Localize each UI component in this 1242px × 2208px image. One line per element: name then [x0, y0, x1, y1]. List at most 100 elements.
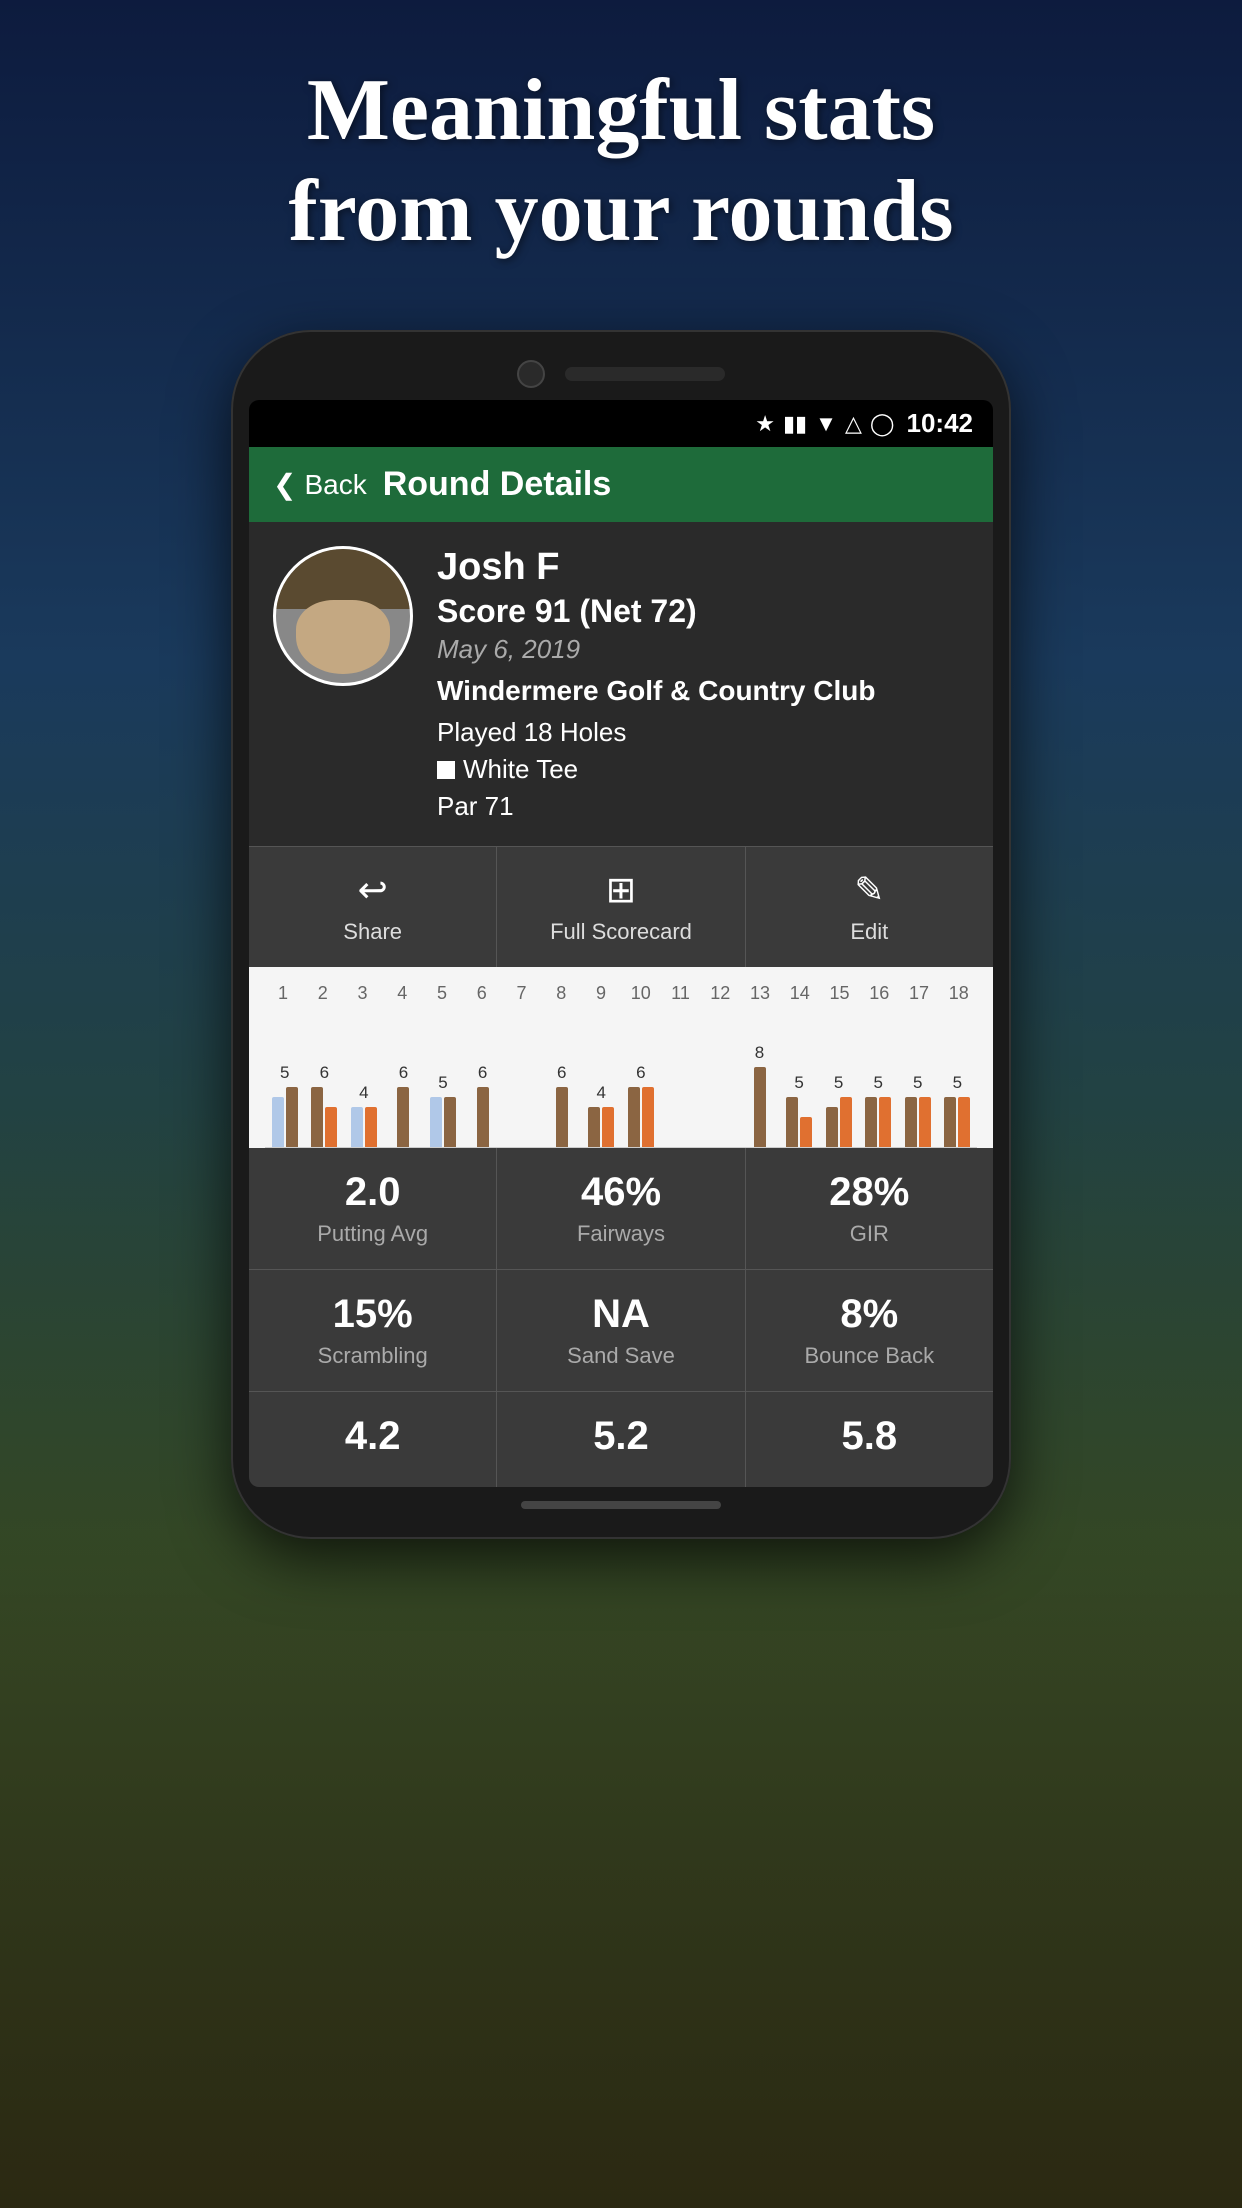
profile-info: Josh F Score 91 (Net 72) May 6, 2019 Win… — [437, 546, 969, 822]
phone-bottom-bar — [249, 1501, 993, 1509]
bar-blue-hole-1 — [272, 1097, 284, 1147]
bar-brown-hole-4 — [397, 1087, 409, 1147]
hole-11: 11 — [663, 983, 699, 1004]
stat-gir: 28% GIR — [746, 1148, 993, 1269]
status-icons: ★ ▮▮ ▼ △ ◯ — [755, 411, 894, 437]
bar-label-hole-5: 5 — [438, 1073, 447, 1093]
stat-putting-avg: 2.0 Putting Avg — [249, 1148, 497, 1269]
phone: ★ ▮▮ ▼ △ ◯ 10:42 ❮ Back Round Details — [231, 330, 1011, 1539]
share-label: Share — [343, 919, 402, 945]
bounce-back-label: Bounce Back — [758, 1343, 981, 1369]
profile-tee: White Tee — [437, 754, 969, 785]
stat-42-value: 4.2 — [261, 1414, 484, 1459]
bar-brown-hole-13 — [754, 1067, 766, 1147]
bar-brown-hole-8 — [556, 1087, 568, 1147]
edit-icon: ✎ — [854, 869, 884, 911]
net-score: (Net 72) — [579, 593, 696, 629]
phone-top-bar — [249, 360, 993, 388]
chart-group-hole-9: 4 — [582, 1107, 622, 1147]
bar-brown-hole-18 — [944, 1097, 956, 1147]
fairways-value: 46% — [509, 1170, 732, 1215]
hole-18: 18 — [941, 983, 977, 1004]
bluetooth-icon: ★ — [755, 411, 775, 437]
bar-brown-hole-6 — [477, 1087, 489, 1147]
bar-label-hole-18: 5 — [953, 1073, 962, 1093]
bar-label-hole-8: 6 — [557, 1063, 566, 1083]
stat-52-value: 5.2 — [509, 1414, 732, 1459]
vibrate-icon: ▮▮ — [783, 411, 807, 437]
hole-4: 4 — [384, 983, 420, 1004]
profile-name: Josh F — [437, 546, 969, 589]
chart-group-hole-1: 5 — [265, 1087, 305, 1147]
bar-label-hole-6: 6 — [478, 1063, 487, 1083]
avatar — [273, 546, 413, 686]
bar-label-hole-17: 5 — [913, 1073, 922, 1093]
bar-brown-hole-10 — [628, 1087, 640, 1147]
bar-brown-hole-14 — [786, 1097, 798, 1147]
profile-date: May 6, 2019 — [437, 634, 969, 665]
hole-1: 1 — [265, 983, 301, 1004]
bar-orange-hole-17 — [919, 1097, 931, 1147]
avatar-face — [296, 600, 390, 674]
hole-17: 17 — [901, 983, 937, 1004]
chart-group-hole-5: 5 — [423, 1097, 463, 1147]
share-button[interactable]: ↩ Share — [249, 847, 497, 967]
gir-label: GIR — [758, 1221, 981, 1247]
putting-avg-label: Putting Avg — [261, 1221, 484, 1247]
alarm-icon: ◯ — [870, 411, 895, 437]
bar-label-hole-15: 5 — [834, 1073, 843, 1093]
full-scorecard-button[interactable]: ⊞ Full Scorecard — [497, 847, 745, 967]
chart-section: 1 2 3 4 5 6 7 8 9 10 11 12 13 14 15 16 1 — [249, 967, 993, 1148]
hole-16: 16 — [861, 983, 897, 1004]
sand-save-label: Sand Save — [509, 1343, 732, 1369]
chart-group-hole-10: 6 — [621, 1087, 661, 1147]
bar-brown-hole-2 — [311, 1087, 323, 1147]
bar-orange-hole-3 — [365, 1107, 377, 1147]
scrambling-label: Scrambling — [261, 1343, 484, 1369]
chart-group-hole-4: 6 — [384, 1087, 424, 1147]
hole-13: 13 — [742, 983, 778, 1004]
bar-blue-hole-5 — [430, 1097, 442, 1147]
bar-orange-hole-9 — [602, 1107, 614, 1147]
hole-8: 8 — [543, 983, 579, 1004]
stat-58-value: 5.8 — [758, 1414, 981, 1459]
back-chevron-icon: ❮ — [273, 468, 296, 501]
hole-10: 10 — [623, 983, 659, 1004]
chart-group-hole-18: 5 — [938, 1097, 978, 1147]
chart-group-hole-2: 6 — [305, 1087, 345, 1147]
bar-orange-hole-10 — [642, 1087, 654, 1147]
stat-58: 5.8 — [746, 1392, 993, 1487]
hole-14: 14 — [782, 983, 818, 1004]
signal-icon: △ — [845, 411, 862, 437]
edit-label: Edit — [850, 919, 888, 945]
edit-button[interactable]: ✎ Edit — [746, 847, 993, 967]
bar-label-hole-16: 5 — [873, 1073, 882, 1093]
bar-label-hole-14: 5 — [794, 1073, 803, 1093]
fairways-label: Fairways — [509, 1221, 732, 1247]
bar-blue-hole-3 — [351, 1107, 363, 1147]
status-bar: ★ ▮▮ ▼ △ ◯ 10:42 — [249, 400, 993, 447]
stat-fairways: 46% Fairways — [497, 1148, 745, 1269]
home-indicator — [521, 1501, 721, 1509]
stat-bounce-back: 8% Bounce Back — [746, 1270, 993, 1391]
back-button[interactable]: ❮ Back — [273, 468, 367, 501]
stat-42: 4.2 — [249, 1392, 497, 1487]
score-value: 91 — [535, 593, 571, 629]
chart-group-hole-17: 5 — [898, 1097, 938, 1147]
profile-section: Josh F Score 91 (Net 72) May 6, 2019 Win… — [249, 522, 993, 846]
bar-brown-hole-9 — [588, 1107, 600, 1147]
action-bar: ↩ Share ⊞ Full Scorecard ✎ Edit — [249, 846, 993, 967]
hole-5: 5 — [424, 983, 460, 1004]
hole-12: 12 — [702, 983, 738, 1004]
bar-brown-hole-15 — [826, 1107, 838, 1147]
chart-group-hole-6: 6 — [463, 1087, 503, 1147]
chart-hole-labels: 1 2 3 4 5 6 7 8 9 10 11 12 13 14 15 16 1 — [265, 983, 977, 1004]
bar-label-hole-2: 6 — [320, 1063, 329, 1083]
stat-sand-save: NA Sand Save — [497, 1270, 745, 1391]
headline-line2: from your rounds — [0, 161, 1242, 262]
phone-screen: ★ ▮▮ ▼ △ ◯ 10:42 ❮ Back Round Details — [249, 400, 993, 1487]
hole-6: 6 — [464, 983, 500, 1004]
bar-brown-hole-5 — [444, 1097, 456, 1147]
bar-brown-hole-17 — [905, 1097, 917, 1147]
bar-label-hole-4: 6 — [399, 1063, 408, 1083]
